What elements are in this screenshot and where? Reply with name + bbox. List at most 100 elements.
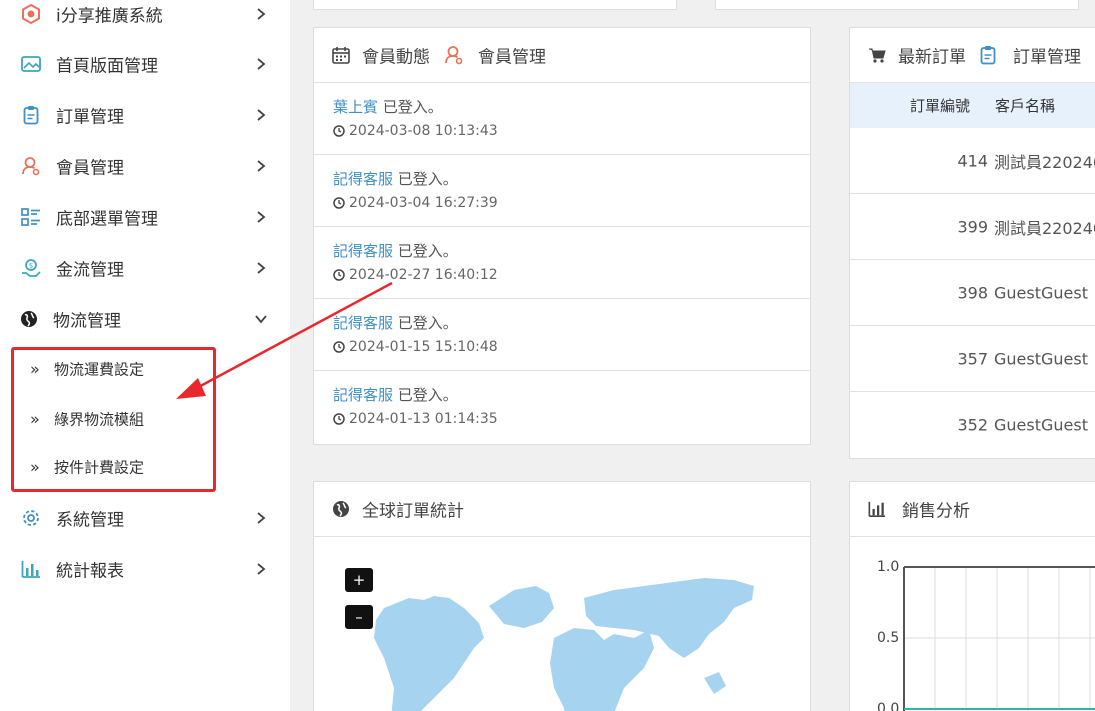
- sidebar-item-reports[interactable]: 統計報表: [0, 549, 290, 589]
- bar-chart-icon: [20, 558, 42, 580]
- y-tick-label: 1.0: [877, 559, 900, 575]
- panel-header: 最新訂單 訂單管理: [850, 28, 1095, 83]
- sidebar-item-members[interactable]: 會員管理: [0, 146, 290, 186]
- bar-chart-icon: [868, 501, 886, 518]
- zoom-out-button[interactable]: –: [345, 605, 373, 629]
- timestamp: 2024-02-27 16:40:12: [349, 267, 498, 283]
- table-row[interactable]: 399 測試員220240: [850, 194, 1095, 260]
- clipboard-icon: [980, 46, 996, 65]
- timestamp: 2024-03-04 16:27:39: [349, 195, 498, 211]
- member-link[interactable]: 記得客服: [333, 242, 393, 260]
- timestamp: 2024-03-08 10:13:43: [349, 123, 498, 139]
- activity-row: 記得客服 已登入。 2024-01-13 01:14:35: [314, 371, 810, 443]
- table-row[interactable]: 352 GuestGuest: [850, 392, 1095, 458]
- activity-time: 2024-01-15 15:10:48: [333, 339, 498, 355]
- orders-table-header: 訂單編號 客戶名稱: [850, 83, 1095, 128]
- customer-name: GuestGuest: [994, 349, 1088, 368]
- sidebar-item-logistics[interactable]: 物流管理: [0, 299, 290, 339]
- timestamp: 2024-01-15 15:10:48: [349, 339, 498, 355]
- sidebar-item-homepage-layout[interactable]: 首頁版面管理: [0, 44, 290, 84]
- chevron-right-icon: [257, 262, 266, 274]
- calendar-icon: [332, 47, 350, 64]
- sidebar-item-label: 首頁版面管理: [56, 56, 158, 77]
- activity-row: 葉上賓 已登入。 2024-03-08 10:13:43: [314, 83, 810, 155]
- y-tick-label: 0.5: [877, 630, 900, 646]
- activity-time: 2024-02-27 16:40:12: [333, 267, 498, 283]
- member-management-link[interactable]: 會員管理: [478, 43, 546, 68]
- user-icon: [20, 155, 42, 177]
- member-link[interactable]: 記得客服: [333, 386, 393, 404]
- order-number: 357: [957, 349, 988, 368]
- order-number: 399: [957, 217, 988, 236]
- gear-icon: [20, 507, 42, 529]
- activity-row: 記得客服 已登入。 2024-02-27 16:40:12: [314, 227, 810, 299]
- table-row[interactable]: 414 測試員220240: [850, 128, 1095, 194]
- world-map-shapes: [374, 578, 754, 711]
- sidebar-item-system[interactable]: 系統管理: [0, 498, 290, 538]
- panel-title: 全球訂單統計: [362, 501, 464, 522]
- chevron-right-icon: [257, 109, 266, 121]
- member-activity-panel: 會員動態 會員管理 葉上賓 已登入。 2024-03-08 10:13:43 記…: [313, 27, 811, 445]
- panel-title: 最新訂單: [898, 47, 966, 68]
- activity-row: 記得客服 已登入。 2024-01-15 15:10:48: [314, 299, 810, 371]
- top-panel-left: [313, 0, 677, 10]
- activity-action: 已登入。: [397, 314, 458, 332]
- sidebar-item-label: 系統管理: [56, 510, 124, 531]
- chevron-right-icon: [257, 512, 266, 524]
- chevron-right-icon: [257, 160, 266, 172]
- order-number: 398: [957, 283, 988, 302]
- order-management-link[interactable]: 訂單管理: [1013, 43, 1081, 68]
- zoom-in-button[interactable]: +: [345, 568, 373, 592]
- chevron-down-icon: [255, 315, 267, 324]
- column-header-order-number: 訂單編號: [910, 97, 971, 115]
- sidebar-item-label: 會員管理: [56, 158, 124, 179]
- clock-icon: [333, 197, 345, 209]
- cart-icon: [869, 48, 886, 63]
- globe-icon: [18, 308, 40, 330]
- member-link[interactable]: 記得客服: [333, 170, 393, 188]
- sidebar-item-label: 物流管理: [53, 311, 121, 332]
- chevron-right-icon: [257, 563, 266, 575]
- highlight-box: [11, 347, 216, 492]
- member-link[interactable]: 記得客服: [333, 314, 393, 332]
- panel-header: 銷售分析: [850, 482, 1095, 537]
- clock-icon: [333, 269, 345, 281]
- chevron-right-icon: [257, 58, 266, 70]
- timestamp: 2024-01-13 01:14:35: [349, 411, 498, 427]
- table-row[interactable]: 357 GuestGuest: [850, 326, 1095, 392]
- activity-text: 葉上賓 已登入。: [333, 96, 443, 117]
- sidebar-item-orders[interactable]: 訂單管理: [0, 95, 290, 135]
- activity-row: 記得客服 已登入。 2024-03-04 16:27:39: [314, 155, 810, 227]
- activity-action: 已登入。: [397, 242, 458, 260]
- activity-time: 2024-03-04 16:27:39: [333, 195, 498, 211]
- svg-text:$: $: [29, 262, 33, 270]
- panel-header: 全球訂單統計: [314, 482, 810, 537]
- customer-name: 測試員220240: [994, 218, 1095, 238]
- activity-action: 已登入。: [397, 170, 458, 188]
- activity-text: 記得客服 已登入。: [333, 312, 458, 333]
- sales-analysis-panel: 銷售分析 1.0 0.5 0.0: [849, 481, 1095, 711]
- sidebar-item-label: 統計報表: [56, 561, 124, 582]
- sidebar-item-label: 訂單管理: [56, 107, 124, 128]
- order-number: 352: [957, 415, 988, 435]
- panel-header: 會員動態 會員管理: [314, 28, 810, 83]
- activity-action: 已登入。: [397, 386, 458, 404]
- latest-orders-panel: 最新訂單 訂單管理 訂單編號 客戶名稱 414 測試員220240 399 測試…: [849, 27, 1095, 459]
- member-link[interactable]: 葉上賓: [333, 98, 378, 116]
- global-orders-panel: 全球訂單統計 + –: [313, 481, 811, 711]
- money-hand-icon: $: [20, 257, 42, 279]
- clipboard-icon: [20, 104, 42, 126]
- world-map[interactable]: [314, 538, 810, 711]
- list-icon: [20, 206, 42, 228]
- activity-time: 2024-01-13 01:14:35: [333, 411, 498, 427]
- sidebar: i分享推廣系統 首頁版面管理 訂單管理 會員管理 底部選單管理 $ 金流管理 物…: [0, 0, 290, 711]
- sidebar-item-label: 金流管理: [56, 260, 124, 281]
- chevron-right-icon: [257, 211, 266, 223]
- sidebar-item-ishare[interactable]: i分享推廣系統: [0, 0, 290, 34]
- sidebar-item-payments[interactable]: $ 金流管理: [0, 248, 290, 288]
- activity-action: 已登入。: [382, 98, 443, 116]
- table-row[interactable]: 398 GuestGuest: [850, 260, 1095, 326]
- sidebar-item-bottom-menu[interactable]: 底部選單管理: [0, 197, 290, 237]
- activity-time: 2024-03-08 10:13:43: [333, 123, 498, 139]
- activity-text: 記得客服 已登入。: [333, 168, 458, 189]
